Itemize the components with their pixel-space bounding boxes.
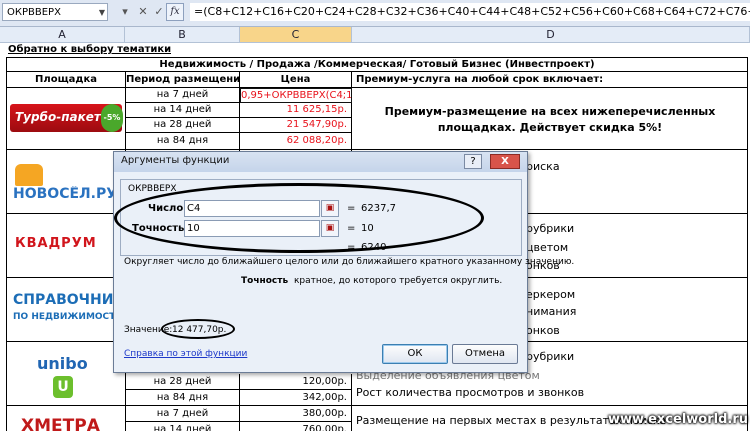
spravochnik-logo-line2: ПО НЕДВИЖИМОСТ [13,312,116,322]
metra-price-1[interactable]: 380,00р. [240,406,352,422]
header-platform: Площадка [6,72,126,88]
header-premium: Премиум-услуга на любой срок включает: [352,72,748,88]
cancel-button[interactable]: Отмена [452,344,518,364]
watermark: www.excelworld.ru [607,412,748,427]
turbo-desc-cell: Премиум-размещение на всех нижеперечисле… [352,88,748,150]
chevron-down-icon[interactable]: ▼ [99,4,105,22]
turbo-logo-cell: Турбо-пакет -5% [6,88,126,150]
column-header-b[interactable]: B [125,27,240,43]
banner-title: Недвижимость / Продажа /Коммерческая/ Го… [6,57,748,72]
arg2-label: Точность [132,223,185,234]
expand-icon[interactable]: ▾ [118,3,132,21]
novosel-logo-text: НОВОСЁЛ.РУ [13,186,118,202]
metra-period-2: на 14 дней [126,422,240,431]
unibo-logo-cell: unibo U [6,342,126,406]
turbo-price-3[interactable]: 21 547,90р. [240,118,352,133]
collapse-dialog-icon[interactable]: ▣ [321,200,339,217]
param-description: кратное, до которого требуется округлить… [294,276,503,286]
total-eq: = [347,242,356,253]
arg2-eq: = [347,223,356,234]
novosel-logo-cell: НОВОСЁЛ.РУ [6,150,126,214]
spravochnik-logo-cell: СПРАВОЧНИ ПО НЕДВИЖИМОСТ [6,278,126,342]
arg1-result: 6237,7 [361,203,396,214]
metra-price-2[interactable]: 760,00р. [240,422,352,431]
help-icon[interactable]: ? [464,154,482,169]
ok-button[interactable]: ОК [382,344,448,364]
number-input[interactable]: C4 [184,200,320,217]
enter-icon[interactable]: ✓ [152,3,166,21]
spravochnik-desc-2: нимания [526,305,577,318]
header-period: Период размещения [126,72,240,88]
turbo-price-2[interactable]: 11 625,15р. [240,103,352,118]
column-header-c[interactable]: C [240,27,352,43]
unibo-price-4[interactable]: 342,00р. [240,390,352,406]
arg2-result: 10 [361,223,374,234]
arg1-label: Число [148,203,184,214]
discount-badge: -5% [101,104,123,132]
insert-function-icon[interactable]: fx [166,3,184,21]
unibo-price-3[interactable]: 120,00р. [240,374,352,390]
help-link[interactable]: Справка по этой функции [124,349,247,359]
unibo-period-3: на 28 дней [126,374,240,390]
spravochnik-desc-3: онков [526,324,560,337]
metra-period-1: на 7 дней [126,406,240,422]
function-arguments-dialog: Аргументы функции ? X ОКРВВЕРХ Число C4 … [113,151,574,373]
kvadrum-logo-text: КВАДРУМ [15,236,97,251]
turbo-price-1-active[interactable]: 0,95+ОКРВВЕРХ(C4;10) [240,88,352,103]
column-header-a[interactable]: A [0,27,125,43]
unibo-desc-3: Рост количества просмотров и звонков [356,386,585,399]
metra-logo-cell: ХМЕТРА [6,406,126,431]
metra-logo-text: ХМЕТРА [21,416,100,431]
spravochnik-logo-line1: СПРАВОЧНИ [13,292,114,308]
collapse-dialog-icon-2[interactable]: ▣ [321,220,339,237]
back-link[interactable]: Обратно к выбору тематики [8,44,171,58]
unibo-logo-badge: U [53,376,73,398]
arg1-eq: = [347,203,356,214]
house-icon [15,164,43,186]
value-label: Значение: [124,325,173,335]
formula-bar: ОКРВВЕРХ ▼ ▾ ✕ ✓ fx =(C8+C12+C16+C20+C24… [0,0,750,27]
total-result: 6240 [361,242,387,253]
formula-input[interactable]: =(C8+C12+C16+C20+C24+C28+C32+C36+C40+C44… [190,3,750,21]
header-price: Цена [240,72,352,88]
kvadrum-logo-cell: КВАДРУМ [6,214,126,278]
turbo-period-4: на 84 дня [126,133,240,150]
name-box-value: ОКРВВЕРХ [7,7,61,18]
unibo-desc-1: рубрики [526,350,575,363]
turbo-logo-text: Турбо-пакет [15,110,101,124]
spravochnik-desc-1: еркером [526,288,576,301]
function-description: Округляет число до ближайшего целого или… [124,257,575,267]
turbo-period-1: на 7 дней [126,88,240,103]
significance-input[interactable]: 10 [184,220,320,237]
name-box[interactable]: ОКРВВЕРХ ▼ [2,3,108,21]
kvadrum-desc-1: рубрики [526,222,575,235]
param-name: Точность [241,276,289,286]
novosel-desc: риска [526,160,560,173]
unibo-logo-text: unibo [37,354,88,373]
column-header-d[interactable]: D [352,27,750,43]
function-name: ОКРВВЕРХ [128,184,177,194]
turbo-period-2: на 14 дней [126,103,240,118]
turbo-period-3: на 28 дней [126,118,240,133]
arguments-group [120,179,522,256]
cancel-icon[interactable]: ✕ [136,3,150,21]
value-result: 12 477,70р. [172,325,227,335]
turbo-price-4[interactable]: 62 088,20р. [240,133,352,150]
close-icon[interactable]: X [490,154,520,169]
turbo-description: Премиум-размещение на всех нижеперечисле… [384,105,716,134]
kvadrum-desc-2: цветом [526,241,569,254]
dialog-titlebar[interactable]: Аргументы функции ? X [114,152,527,172]
unibo-period-4: на 84 дня [126,390,240,406]
dialog-title: Аргументы функции [121,155,230,166]
